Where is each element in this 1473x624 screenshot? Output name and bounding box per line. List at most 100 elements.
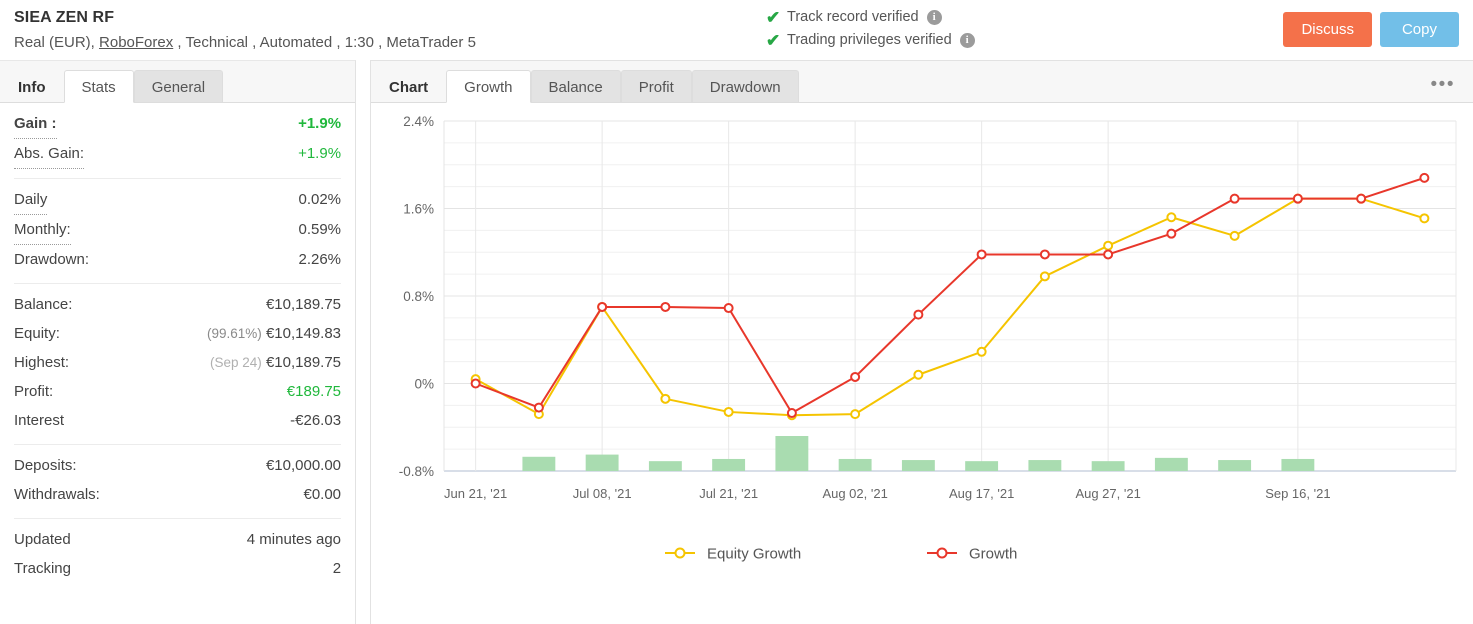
series-point bbox=[1041, 250, 1049, 258]
series-point bbox=[1231, 232, 1239, 240]
check-icon: ✔ bbox=[766, 32, 781, 49]
page-body: Info Stats General Gain : +1.9% Abs. Gai… bbox=[0, 60, 1473, 624]
stat-row-profit: Profit: €189.75 bbox=[14, 377, 341, 406]
tab-drawdown[interactable]: Drawdown bbox=[692, 70, 799, 103]
stat-value-daily: 0.02% bbox=[298, 185, 341, 214]
stat-value-highest: €10,189.75 bbox=[266, 354, 341, 371]
stats-group-gain: Gain : +1.9% Abs. Gain: +1.9% bbox=[14, 103, 341, 169]
series-point bbox=[1420, 174, 1428, 182]
broker-link[interactable]: RoboForex bbox=[99, 34, 173, 51]
divider bbox=[14, 178, 341, 179]
stat-row-abs-gain: Abs. Gain: +1.9% bbox=[14, 139, 341, 169]
series-line bbox=[476, 178, 1425, 413]
info-icon[interactable]: i bbox=[927, 10, 942, 25]
stat-label-gain[interactable]: Gain : bbox=[14, 109, 57, 139]
stat-value-equity: €10,149.83 bbox=[266, 325, 341, 342]
tab-balance[interactable]: Balance bbox=[531, 70, 621, 103]
account-meta-rest: , Technical , Automated , 1:30 , MetaTra… bbox=[177, 34, 476, 51]
series-point bbox=[851, 373, 859, 381]
stat-value-interest: -€26.03 bbox=[290, 406, 341, 435]
series-point bbox=[1104, 250, 1112, 258]
stat-label-equity: Equity: bbox=[14, 319, 60, 348]
series-point bbox=[725, 304, 733, 312]
stat-row-monthly: Monthly: 0.59% bbox=[14, 215, 341, 245]
stat-value-profit: €189.75 bbox=[287, 377, 341, 406]
stat-label-tracking: Tracking bbox=[14, 554, 71, 583]
stat-value-drawdown: 2.26% bbox=[298, 245, 341, 274]
stat-row-equity: Equity: (99.61%) €10,149.83 bbox=[14, 319, 341, 348]
series-point bbox=[661, 395, 669, 403]
series-point bbox=[1357, 195, 1365, 203]
copy-button[interactable]: Copy bbox=[1380, 12, 1459, 47]
stats-group-money: Balance: €10,189.75 Equity: (99.61%) €10… bbox=[14, 290, 341, 435]
stats-group-performance: Daily 0.02% Monthly: 0.59% Drawdown: 2.2… bbox=[14, 185, 341, 274]
stats-group-meta: Updated 4 minutes ago Tracking 2 bbox=[14, 525, 341, 583]
badge-trading-privileges-label: Trading privileges verified bbox=[787, 29, 952, 52]
stat-value-balance: €10,189.75 bbox=[266, 290, 341, 319]
stat-label-highest: Highest: bbox=[14, 348, 69, 377]
badge-track-record-label: Track record verified bbox=[787, 6, 919, 29]
volume-bar bbox=[902, 460, 935, 471]
stat-value-gain: +1.9% bbox=[298, 109, 341, 138]
series-point bbox=[1420, 214, 1428, 222]
page-title: SIEA ZEN RF bbox=[14, 8, 1459, 28]
check-icon: ✔ bbox=[766, 9, 781, 26]
stat-label-daily[interactable]: Daily bbox=[14, 185, 47, 215]
tab-stats[interactable]: Stats bbox=[64, 70, 134, 103]
volume-bar bbox=[649, 461, 682, 471]
stat-label-monthly[interactable]: Monthly: bbox=[14, 215, 71, 245]
account-page: SIEA ZEN RF Real (EUR), RoboForex , Tech… bbox=[0, 0, 1473, 624]
sidebar-tabbar: Info Stats General bbox=[0, 61, 355, 103]
series-point bbox=[851, 410, 859, 418]
page-header: SIEA ZEN RF Real (EUR), RoboForex , Tech… bbox=[0, 0, 1473, 60]
volume-bar bbox=[775, 436, 808, 471]
y-tick-label: -0.8% bbox=[399, 464, 434, 479]
discuss-button[interactable]: Discuss bbox=[1283, 12, 1372, 47]
tab-profit[interactable]: Profit bbox=[621, 70, 692, 103]
tab-info[interactable]: Info bbox=[0, 70, 64, 103]
account-type: Real (EUR), bbox=[14, 34, 95, 51]
stat-label-balance: Balance: bbox=[14, 290, 72, 319]
stat-row-gain: Gain : +1.9% bbox=[14, 109, 341, 139]
stat-label-withdrawals: Withdrawals: bbox=[14, 480, 100, 509]
stat-label-abs-gain[interactable]: Abs. Gain: bbox=[14, 139, 84, 169]
tab-chart[interactable]: Chart bbox=[371, 70, 446, 103]
series-point bbox=[1231, 195, 1239, 203]
stats-group-funding: Deposits: €10,000.00 Withdrawals: €0.00 bbox=[14, 451, 341, 509]
y-tick-label: 1.6% bbox=[403, 202, 434, 217]
series-point bbox=[661, 303, 669, 311]
stat-row-daily: Daily 0.02% bbox=[14, 185, 341, 215]
stat-value-updated: 4 minutes ago bbox=[247, 525, 341, 554]
series-point bbox=[1294, 195, 1302, 203]
x-tick-label: Jul 21, '21 bbox=[699, 486, 758, 501]
tab-general[interactable]: General bbox=[134, 70, 223, 103]
stat-row-highest: Highest: (Sep 24) €10,189.75 bbox=[14, 348, 341, 377]
stat-value-deposits: €10,000.00 bbox=[266, 451, 341, 480]
volume-bar bbox=[1281, 459, 1314, 471]
stat-row-drawdown: Drawdown: 2.26% bbox=[14, 245, 341, 274]
volume-bar bbox=[1218, 460, 1251, 471]
stats-sidebar: Info Stats General Gain : +1.9% Abs. Gai… bbox=[0, 60, 356, 624]
more-options-icon[interactable]: ••• bbox=[1431, 75, 1455, 94]
badge-track-record: ✔ Track record verified i bbox=[766, 6, 975, 29]
volume-bar bbox=[839, 459, 872, 471]
x-tick-label: Jun 21, '21 bbox=[444, 486, 507, 501]
series-point bbox=[535, 404, 543, 412]
volume-bar bbox=[586, 455, 619, 471]
tab-growth[interactable]: Growth bbox=[446, 70, 530, 103]
stat-row-updated: Updated 4 minutes ago bbox=[14, 525, 341, 554]
stat-value-highest-wrap: (Sep 24) €10,189.75 bbox=[210, 348, 341, 377]
legend-marker bbox=[676, 549, 685, 558]
divider bbox=[14, 518, 341, 519]
stat-label-drawdown: Drawdown: bbox=[14, 245, 89, 274]
info-icon[interactable]: i bbox=[960, 33, 975, 48]
volume-bar bbox=[1092, 461, 1125, 471]
stat-row-deposits: Deposits: €10,000.00 bbox=[14, 451, 341, 480]
x-tick-label: Aug 17, '21 bbox=[949, 486, 1014, 501]
y-tick-label: 0.8% bbox=[403, 289, 434, 304]
legend-label: Growth bbox=[969, 546, 1017, 563]
growth-chart-svg: 2.4%1.6%0.8%0%-0.8%Jun 21, '21Jul 08, '2… bbox=[371, 103, 1473, 623]
x-tick-label: Aug 27, '21 bbox=[1075, 486, 1140, 501]
stat-row-withdrawals: Withdrawals: €0.00 bbox=[14, 480, 341, 509]
account-meta: Real (EUR), RoboForex , Technical , Auto… bbox=[14, 32, 1459, 54]
